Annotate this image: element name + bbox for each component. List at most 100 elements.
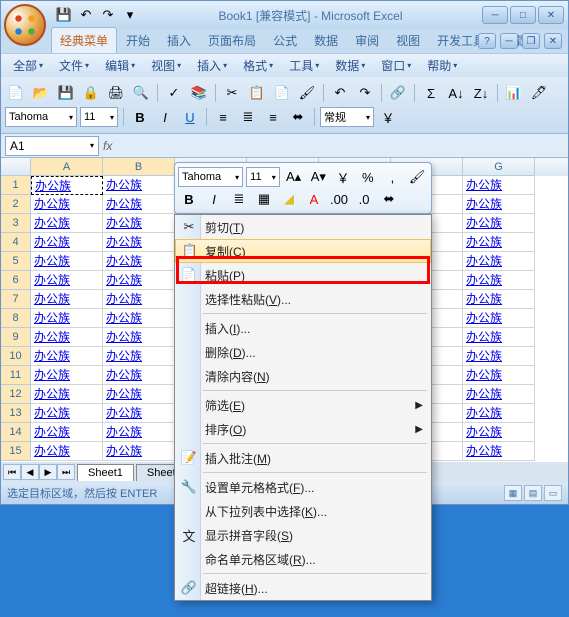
cell[interactable]: 办公族	[463, 366, 535, 385]
cell[interactable]: 办公族	[103, 176, 175, 195]
cell[interactable]: 办公族	[463, 176, 535, 195]
cell[interactable]: 办公族	[103, 442, 175, 461]
cell[interactable]: 办公族	[103, 195, 175, 214]
context-menu-item[interactable]: 🔧设置单元格格式(F)...	[175, 475, 431, 499]
help-icon[interactable]: ?	[478, 33, 496, 49]
context-menu-item[interactable]: 从下拉列表中选择(K)...	[175, 499, 431, 523]
drawing-icon[interactable]: 🖊	[528, 82, 550, 104]
cell[interactable]: 办公族	[463, 233, 535, 252]
number-format-selector[interactable]: 常规▾	[320, 107, 374, 127]
new-icon[interactable]: 📄	[5, 82, 27, 104]
cell[interactable]: 办公族	[31, 347, 103, 366]
context-menu-item[interactable]: 📄粘贴(P)	[175, 263, 431, 287]
office-button[interactable]	[4, 4, 46, 46]
align-left-icon[interactable]: ≡	[212, 106, 234, 128]
context-menu-item[interactable]: 删除(D)...	[175, 340, 431, 364]
ribbon-tab[interactable]: 插入	[159, 28, 199, 53]
cell[interactable]: 办公族	[103, 423, 175, 442]
menu-item[interactable]: 文件 ▾	[53, 55, 95, 76]
mini-comma-icon[interactable]: ,	[382, 166, 404, 188]
mini-fill-color-icon[interactable]: ◢	[278, 188, 300, 210]
cell[interactable]: 办公族	[31, 309, 103, 328]
mini-inc-decimal-icon[interactable]: .0	[353, 188, 375, 210]
sort-desc-icon[interactable]: Z↓	[470, 82, 492, 104]
open-icon[interactable]: 📂	[30, 82, 52, 104]
format-painter-icon[interactable]: 🖌	[296, 82, 318, 104]
sheet-nav-next[interactable]: ▶	[39, 464, 57, 480]
paste-icon[interactable]: 📄	[271, 82, 293, 104]
mini-font-selector[interactable]: Tahoma▾	[178, 167, 243, 187]
context-menu-item[interactable]: 插入(I)...	[175, 316, 431, 340]
cell[interactable]: 办公族	[31, 366, 103, 385]
view-normal-icon[interactable]: ▦	[504, 485, 522, 501]
maximize-button[interactable]: □	[510, 6, 536, 24]
sort-asc-icon[interactable]: A↓	[445, 82, 467, 104]
cell[interactable]: 办公族	[463, 195, 535, 214]
context-menu-item[interactable]: 🔗超链接(H)...	[175, 576, 431, 600]
font-selector[interactable]: Tahoma▾	[5, 107, 77, 127]
context-menu-item[interactable]: 筛选(E)▶	[175, 393, 431, 417]
doc-restore-button[interactable]: ❐	[522, 33, 540, 49]
row-header[interactable]: 6	[1, 271, 31, 290]
qat-dropdown-icon[interactable]: ▾	[121, 6, 139, 24]
cell[interactable]: 办公族	[103, 271, 175, 290]
column-header[interactable]: A	[31, 158, 103, 176]
mini-size-selector[interactable]: 11▾	[246, 167, 280, 187]
sheet-nav-prev[interactable]: ◀	[21, 464, 39, 480]
row-header[interactable]: 13	[1, 404, 31, 423]
row-header[interactable]: 8	[1, 309, 31, 328]
ribbon-tab[interactable]: 审阅	[347, 28, 387, 53]
cell[interactable]: 办公族	[103, 404, 175, 423]
row-header[interactable]: 3	[1, 214, 31, 233]
cell[interactable]: 办公族	[31, 404, 103, 423]
menu-item[interactable]: 全部 ▾	[7, 55, 49, 76]
cell[interactable]: 办公族	[463, 442, 535, 461]
row-header[interactable]: 14	[1, 423, 31, 442]
view-break-icon[interactable]: ▭	[544, 485, 562, 501]
view-layout-icon[interactable]: ▤	[524, 485, 542, 501]
bold-button[interactable]: B	[129, 106, 151, 128]
menu-item[interactable]: 数据 ▾	[329, 55, 371, 76]
row-header[interactable]: 10	[1, 347, 31, 366]
fx-icon[interactable]: fx	[103, 139, 112, 153]
ribbon-tab[interactable]: 开始	[118, 28, 158, 53]
name-box[interactable]: A1▾	[5, 136, 99, 156]
research-icon[interactable]: 📚	[188, 82, 210, 104]
italic-button[interactable]: I	[154, 106, 176, 128]
minimize-button[interactable]: ─	[482, 6, 508, 24]
row-header[interactable]: 11	[1, 366, 31, 385]
ribbon-tab[interactable]: 视图	[388, 28, 428, 53]
sheet-nav-last[interactable]: ⏭	[57, 464, 75, 480]
cell[interactable]: 办公族	[31, 252, 103, 271]
cell[interactable]: 办公族	[463, 423, 535, 442]
cell[interactable]: 办公族	[103, 328, 175, 347]
mini-format-painter-icon[interactable]: 🖌	[406, 166, 428, 188]
cell[interactable]: 办公族	[463, 214, 535, 233]
cell[interactable]: 办公族	[103, 290, 175, 309]
context-menu-item[interactable]: 选择性粘贴(V)...	[175, 287, 431, 311]
ribbon-tab[interactable]: 经典菜单	[51, 27, 117, 53]
cell[interactable]: 办公族	[463, 271, 535, 290]
align-center-icon[interactable]: ≣	[237, 106, 259, 128]
cell[interactable]: 办公族	[463, 309, 535, 328]
mini-grow-font-icon[interactable]: A▴	[283, 166, 305, 188]
underline-button[interactable]: U	[179, 106, 201, 128]
row-header[interactable]: 4	[1, 233, 31, 252]
cell[interactable]: 办公族	[103, 385, 175, 404]
menu-item[interactable]: 窗口 ▾	[375, 55, 417, 76]
row-header[interactable]: 15	[1, 442, 31, 461]
row-header[interactable]: 12	[1, 385, 31, 404]
sheet-tab[interactable]: Sheet1	[77, 464, 134, 481]
row-header[interactable]: 9	[1, 328, 31, 347]
chart-icon[interactable]: 📊	[503, 82, 525, 104]
context-menu-item[interactable]: 文显示拼音字段(S)	[175, 523, 431, 547]
cell[interactable]: 办公族	[103, 252, 175, 271]
align-right-icon[interactable]: ≡	[262, 106, 284, 128]
cell[interactable]: 办公族	[31, 176, 103, 195]
mini-shrink-font-icon[interactable]: A▾	[307, 166, 329, 188]
mini-percent-icon[interactable]: %	[357, 166, 379, 188]
cell[interactable]: 办公族	[463, 252, 535, 271]
mini-dec-decimal-icon[interactable]: .00	[328, 188, 350, 210]
spell-icon[interactable]: ✓	[163, 82, 185, 104]
context-menu-item[interactable]: 📝插入批注(M)	[175, 446, 431, 470]
